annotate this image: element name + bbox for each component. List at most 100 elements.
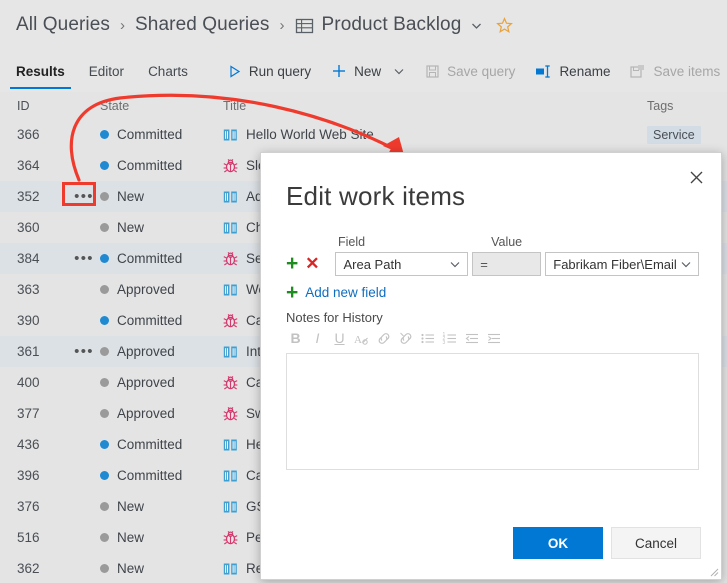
rule-row-actions: + ✕ bbox=[286, 253, 335, 274]
cell-id: 390 bbox=[17, 313, 40, 328]
row-actions-cell[interactable]: ••• bbox=[68, 189, 100, 204]
rule-row: + ✕ Area Path = Fabrikam Fiber\Email bbox=[286, 252, 699, 276]
bullet-list-icon[interactable] bbox=[418, 328, 437, 348]
value-select[interactable]: Fabrikam Fiber\Email bbox=[545, 252, 699, 276]
field-value-labels: Field Value bbox=[286, 235, 699, 249]
book-feature-icon bbox=[223, 562, 238, 576]
bold-icon[interactable]: B bbox=[286, 328, 305, 348]
notes-for-history-label: Notes for History bbox=[286, 310, 383, 325]
cancel-button[interactable]: Cancel bbox=[611, 527, 701, 559]
save-items-button: Save items bbox=[630, 64, 720, 79]
column-header-title[interactable]: Title bbox=[220, 99, 647, 113]
row-actions-cell[interactable]: ••• bbox=[68, 251, 100, 266]
cell-state: New bbox=[100, 561, 220, 576]
state-dot-icon bbox=[100, 564, 109, 573]
svg-text:3: 3 bbox=[442, 339, 445, 345]
book-feature-icon bbox=[223, 128, 238, 142]
cell-id: 376 bbox=[17, 499, 40, 514]
star-icon[interactable] bbox=[496, 16, 514, 34]
bug-icon bbox=[223, 530, 238, 545]
cell-id: 352 bbox=[17, 189, 40, 204]
decrease-indent-icon[interactable] bbox=[462, 328, 481, 348]
state-label: New bbox=[117, 220, 145, 235]
add-new-field-button[interactable]: + Add new field bbox=[286, 282, 699, 303]
link-icon[interactable] bbox=[374, 328, 393, 348]
cell-state: Committed bbox=[100, 437, 220, 452]
row-actions-ellipsis[interactable]: ••• bbox=[74, 344, 94, 359]
title-label[interactable]: Int bbox=[246, 344, 261, 359]
column-header-id[interactable]: ID bbox=[0, 99, 68, 113]
new-label: New bbox=[354, 63, 382, 79]
cell-title: Hello World Web Site bbox=[220, 127, 647, 142]
cell-state: Committed bbox=[100, 468, 220, 483]
state-dot-icon bbox=[100, 378, 109, 387]
state-dot-icon bbox=[100, 161, 109, 170]
notes-textarea[interactable] bbox=[286, 353, 699, 470]
italic-icon[interactable]: I bbox=[308, 328, 327, 348]
book-feature-icon bbox=[223, 500, 238, 514]
book-feature-icon bbox=[223, 345, 238, 359]
breadcrumb-item-product-backlog[interactable]: Product Backlog bbox=[322, 14, 462, 36]
state-dot-icon bbox=[100, 347, 109, 356]
x-remove-icon[interactable]: ✕ bbox=[305, 255, 319, 272]
chevron-down-icon[interactable] bbox=[393, 65, 405, 77]
close-icon[interactable] bbox=[683, 164, 709, 190]
ok-button[interactable]: OK bbox=[513, 527, 603, 559]
breadcrumb: All Queries › Shared Queries › Product B… bbox=[0, 0, 727, 50]
increase-indent-icon[interactable] bbox=[484, 328, 503, 348]
save-query-button: Save query bbox=[425, 64, 515, 79]
rename-icon bbox=[535, 64, 552, 79]
cell-id: 377 bbox=[17, 406, 40, 421]
underline-icon[interactable]: U bbox=[330, 328, 349, 348]
plus-icon bbox=[331, 63, 347, 79]
tab-charts[interactable]: Charts bbox=[146, 50, 190, 92]
field-select[interactable]: Area Path bbox=[335, 252, 469, 276]
breadcrumb-item-all-queries[interactable]: All Queries bbox=[16, 14, 110, 36]
cell-state: New bbox=[100, 220, 220, 235]
rename-button[interactable]: Rename bbox=[535, 64, 610, 79]
breadcrumb-item-shared-queries[interactable]: Shared Queries bbox=[135, 14, 269, 36]
save-query-label: Save query bbox=[447, 63, 516, 79]
column-header-state[interactable]: State bbox=[100, 99, 220, 113]
rich-text-toolbar: B I U A 123 bbox=[286, 327, 699, 349]
plus-icon[interactable]: + bbox=[286, 253, 298, 274]
run-query-label: Run query bbox=[248, 63, 312, 79]
tag-chip[interactable]: Service bbox=[647, 125, 701, 144]
state-dot-icon bbox=[100, 223, 109, 232]
save-disk-icon bbox=[425, 64, 440, 79]
unlink-icon[interactable] bbox=[396, 328, 415, 348]
operator-value: = bbox=[480, 256, 488, 272]
run-query-button[interactable]: Run query bbox=[227, 64, 311, 79]
cell-id: 362 bbox=[17, 561, 40, 576]
operator-box: = bbox=[472, 252, 542, 276]
column-header-tags[interactable]: Tags bbox=[647, 99, 727, 113]
state-label: Committed bbox=[117, 158, 183, 173]
tab-results[interactable]: Results bbox=[10, 50, 71, 92]
cell-state: Approved bbox=[100, 344, 220, 359]
state-dot-icon bbox=[100, 440, 109, 449]
table-row[interactable]: 366 Committed Hello World Web Site Service bbox=[0, 119, 727, 150]
state-dot-icon bbox=[100, 285, 109, 294]
row-actions-ellipsis[interactable]: ••• bbox=[74, 251, 94, 266]
resize-grip-icon[interactable] bbox=[707, 565, 719, 577]
clear-format-icon[interactable]: A bbox=[352, 328, 371, 348]
row-actions-cell[interactable]: ••• bbox=[68, 344, 100, 359]
query-results-page: All Queries › Shared Queries › Product B… bbox=[0, 0, 727, 583]
cell-tags: Service bbox=[647, 125, 727, 144]
book-feature-icon bbox=[223, 221, 238, 235]
grid-header-row: ID State Title Tags bbox=[0, 92, 727, 119]
cell-id: 366 bbox=[17, 127, 40, 142]
cell-state: Approved bbox=[100, 406, 220, 421]
add-new-field-label: Add new field bbox=[305, 285, 387, 300]
tab-editor[interactable]: Editor bbox=[87, 50, 126, 92]
numbered-list-icon[interactable]: 123 bbox=[440, 328, 459, 348]
state-label: Committed bbox=[117, 313, 183, 328]
title-label[interactable]: Hello World Web Site bbox=[246, 127, 374, 142]
new-button[interactable]: New bbox=[331, 63, 405, 79]
state-label: Approved bbox=[117, 375, 175, 390]
play-triangle-icon bbox=[227, 64, 242, 79]
state-label: Approved bbox=[117, 282, 175, 297]
chevron-down-icon[interactable] bbox=[470, 19, 483, 32]
cell-id: 364 bbox=[17, 158, 40, 173]
row-actions-ellipsis[interactable]: ••• bbox=[74, 189, 94, 204]
